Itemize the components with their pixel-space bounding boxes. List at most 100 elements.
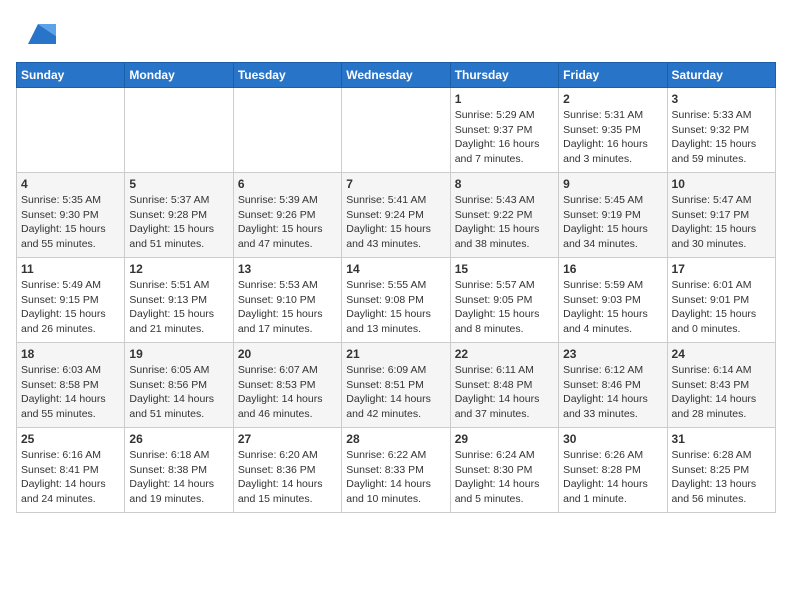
calendar-header-monday: Monday [125, 63, 233, 88]
logo [16, 16, 56, 52]
calendar-week-row: 25 Sunrise: 6:16 AM Sunset: 8:41 PM Dayli… [17, 428, 776, 513]
day-info: Sunrise: 5:33 AM Sunset: 9:32 PM Dayligh… [672, 108, 771, 167]
day-info: Sunrise: 5:29 AM Sunset: 9:37 PM Dayligh… [455, 108, 554, 167]
day-info: Sunrise: 5:59 AM Sunset: 9:03 PM Dayligh… [563, 278, 662, 337]
calendar-cell: 2Sunrise: 5:31 AM Sunset: 9:35 PM Daylig… [559, 88, 667, 173]
day-info: Sunrise: 5:39 AM Sunset: 9:26 PM Dayligh… [238, 193, 337, 252]
page-header [16, 16, 776, 52]
calendar-cell: 8Sunrise: 5:43 AM Sunset: 9:22 PM Daylig… [450, 173, 558, 258]
day-number: 31 [672, 432, 771, 446]
day-number: 16 [563, 262, 662, 276]
day-number: 29 [455, 432, 554, 446]
day-info: Sunrise: 6:24 AM Sunset: 8:30 PM Dayligh… [455, 448, 554, 507]
calendar-cell: 10 Sunrise: 5:47 AM Sunset: 9:17 PM Dayli… [667, 173, 775, 258]
calendar-cell: 18 Sunrise: 6:03 AM Sunset: 8:58 PM Dayli… [17, 343, 125, 428]
day-number: 21 [346, 347, 445, 361]
calendar-cell: 27Sunrise: 6:20 AM Sunset: 8:36 PM Dayli… [233, 428, 341, 513]
day-number: 15 [455, 262, 554, 276]
calendar-cell: 9 Sunrise: 5:45 AM Sunset: 9:19 PM Daylig… [559, 173, 667, 258]
day-info: Sunrise: 6:14 AM Sunset: 8:43 PM Dayligh… [672, 363, 771, 422]
day-number: 19 [129, 347, 228, 361]
calendar-cell: 7 Sunrise: 5:41 AM Sunset: 9:24 PM Daylig… [342, 173, 450, 258]
day-info: Sunrise: 6:12 AM Sunset: 8:46 PM Dayligh… [563, 363, 662, 422]
day-info: Sunrise: 5:49 AM Sunset: 9:15 PM Dayligh… [21, 278, 120, 337]
day-number: 9 [563, 177, 662, 191]
calendar-cell: 21Sunrise: 6:09 AM Sunset: 8:51 PM Dayli… [342, 343, 450, 428]
day-info: Sunrise: 5:47 AM Sunset: 9:17 PM Dayligh… [672, 193, 771, 252]
day-info: Sunrise: 5:35 AM Sunset: 9:30 PM Dayligh… [21, 193, 120, 252]
day-info: Sunrise: 5:43 AM Sunset: 9:22 PM Dayligh… [455, 193, 554, 252]
day-number: 27 [238, 432, 337, 446]
calendar-header-friday: Friday [559, 63, 667, 88]
day-info: Sunrise: 6:18 AM Sunset: 8:38 PM Dayligh… [129, 448, 228, 507]
calendar-cell: 26 Sunrise: 6:18 AM Sunset: 8:38 PM Dayli… [125, 428, 233, 513]
day-number: 5 [129, 177, 228, 191]
calendar-cell: 14Sunrise: 5:55 AM Sunset: 9:08 PM Dayli… [342, 258, 450, 343]
calendar-cell: 29 Sunrise: 6:24 AM Sunset: 8:30 PM Dayli… [450, 428, 558, 513]
calendar-week-row: 11 Sunrise: 5:49 AM Sunset: 9:15 PM Dayli… [17, 258, 776, 343]
calendar-header-sunday: Sunday [17, 63, 125, 88]
logo-icon [20, 16, 56, 52]
calendar-cell: 3 Sunrise: 5:33 AM Sunset: 9:32 PM Daylig… [667, 88, 775, 173]
day-number: 6 [238, 177, 337, 191]
day-number: 14 [346, 262, 445, 276]
calendar-cell: 6 Sunrise: 5:39 AM Sunset: 9:26 PM Daylig… [233, 173, 341, 258]
day-info: Sunrise: 6:26 AM Sunset: 8:28 PM Dayligh… [563, 448, 662, 507]
day-number: 20 [238, 347, 337, 361]
day-info: Sunrise: 5:51 AM Sunset: 9:13 PM Dayligh… [129, 278, 228, 337]
calendar-cell: 23 Sunrise: 6:12 AM Sunset: 8:46 PM Dayli… [559, 343, 667, 428]
day-number: 12 [129, 262, 228, 276]
calendar-cell: 20 Sunrise: 6:07 AM Sunset: 8:53 PM Dayli… [233, 343, 341, 428]
calendar-cell: 31 Sunrise: 6:28 AM Sunset: 8:25 PM Dayli… [667, 428, 775, 513]
day-number: 23 [563, 347, 662, 361]
calendar-cell: 30 Sunrise: 6:26 AM Sunset: 8:28 PM Dayli… [559, 428, 667, 513]
day-number: 24 [672, 347, 771, 361]
day-number: 4 [21, 177, 120, 191]
day-number: 18 [21, 347, 120, 361]
day-number: 26 [129, 432, 228, 446]
calendar-header-saturday: Saturday [667, 63, 775, 88]
day-number: 1 [455, 92, 554, 106]
day-number: 2 [563, 92, 662, 106]
day-info: Sunrise: 6:11 AM Sunset: 8:48 PM Dayligh… [455, 363, 554, 422]
calendar-week-row: 1 Sunrise: 5:29 AM Sunset: 9:37 PM Daylig… [17, 88, 776, 173]
day-number: 11 [21, 262, 120, 276]
day-info: Sunrise: 6:22 AM Sunset: 8:33 PM Dayligh… [346, 448, 445, 507]
calendar-cell: 13Sunrise: 5:53 AM Sunset: 9:10 PM Dayli… [233, 258, 341, 343]
calendar-header-row: SundayMondayTuesdayWednesdayThursdayFrid… [17, 63, 776, 88]
calendar-header-tuesday: Tuesday [233, 63, 341, 88]
day-number: 25 [21, 432, 120, 446]
calendar-cell: 1 Sunrise: 5:29 AM Sunset: 9:37 PM Daylig… [450, 88, 558, 173]
day-info: Sunrise: 6:07 AM Sunset: 8:53 PM Dayligh… [238, 363, 337, 422]
day-info: Sunrise: 5:45 AM Sunset: 9:19 PM Dayligh… [563, 193, 662, 252]
calendar-cell: 28 Sunrise: 6:22 AM Sunset: 8:33 PM Dayli… [342, 428, 450, 513]
calendar-cell: 17Sunrise: 6:01 AM Sunset: 9:01 PM Dayli… [667, 258, 775, 343]
day-number: 3 [672, 92, 771, 106]
day-info: Sunrise: 6:03 AM Sunset: 8:58 PM Dayligh… [21, 363, 120, 422]
day-info: Sunrise: 6:16 AM Sunset: 8:41 PM Dayligh… [21, 448, 120, 507]
calendar-cell [233, 88, 341, 173]
day-info: Sunrise: 6:01 AM Sunset: 9:01 PM Dayligh… [672, 278, 771, 337]
day-number: 7 [346, 177, 445, 191]
calendar-cell: 5 Sunrise: 5:37 AM Sunset: 9:28 PM Daylig… [125, 173, 233, 258]
calendar-week-row: 18 Sunrise: 6:03 AM Sunset: 8:58 PM Dayli… [17, 343, 776, 428]
calendar-cell: 24 Sunrise: 6:14 AM Sunset: 8:43 PM Dayli… [667, 343, 775, 428]
calendar-cell: 4 Sunrise: 5:35 AM Sunset: 9:30 PM Daylig… [17, 173, 125, 258]
day-info: Sunrise: 6:28 AM Sunset: 8:25 PM Dayligh… [672, 448, 771, 507]
day-info: Sunrise: 6:05 AM Sunset: 8:56 PM Dayligh… [129, 363, 228, 422]
calendar-cell: 16 Sunrise: 5:59 AM Sunset: 9:03 PM Dayli… [559, 258, 667, 343]
calendar-cell [125, 88, 233, 173]
calendar-cell: 19 Sunrise: 6:05 AM Sunset: 8:56 PM Dayli… [125, 343, 233, 428]
calendar-cell [342, 88, 450, 173]
calendar-cell: 11 Sunrise: 5:49 AM Sunset: 9:15 PM Dayli… [17, 258, 125, 343]
day-info: Sunrise: 5:41 AM Sunset: 9:24 PM Dayligh… [346, 193, 445, 252]
day-number: 28 [346, 432, 445, 446]
day-info: Sunrise: 5:57 AM Sunset: 9:05 PM Dayligh… [455, 278, 554, 337]
calendar-header-wednesday: Wednesday [342, 63, 450, 88]
calendar-header-thursday: Thursday [450, 63, 558, 88]
day-number: 30 [563, 432, 662, 446]
day-number: 10 [672, 177, 771, 191]
day-info: Sunrise: 5:53 AM Sunset: 9:10 PM Dayligh… [238, 278, 337, 337]
calendar-cell [17, 88, 125, 173]
day-info: Sunrise: 5:37 AM Sunset: 9:28 PM Dayligh… [129, 193, 228, 252]
